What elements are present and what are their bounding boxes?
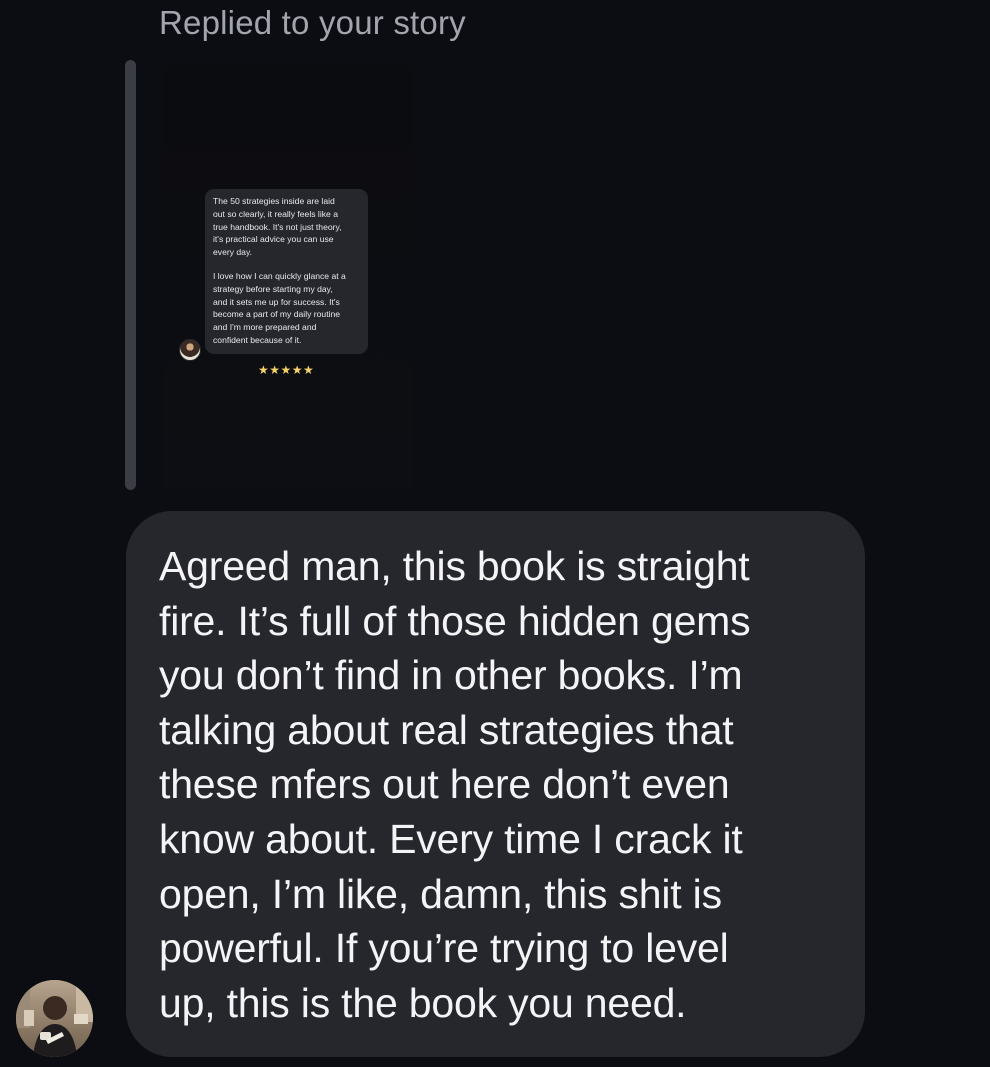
- story-reviewer-avatar: [179, 339, 201, 361]
- sender-photo: [16, 980, 93, 1057]
- story-review-paragraph-1: The 50 strategies inside are laid out so…: [213, 196, 342, 258]
- story-review-paragraph-2: I love how I can quickly glance at a str…: [213, 270, 346, 345]
- message-bubble[interactable]: Agreed man, this book is straight fire. …: [126, 511, 865, 1057]
- sender-avatar[interactable]: [16, 980, 93, 1057]
- quote-bar: [125, 60, 136, 490]
- story-review-bubble: The 50 strategies inside are laid out so…: [205, 189, 368, 354]
- message-text: Agreed man, this book is straight fire. …: [159, 543, 751, 1026]
- story-preview[interactable]: The 50 strategies inside are laid out so…: [163, 66, 413, 490]
- star-rating: ★★★★★: [258, 363, 315, 377]
- reply-context-label: Replied to your story: [159, 4, 466, 41]
